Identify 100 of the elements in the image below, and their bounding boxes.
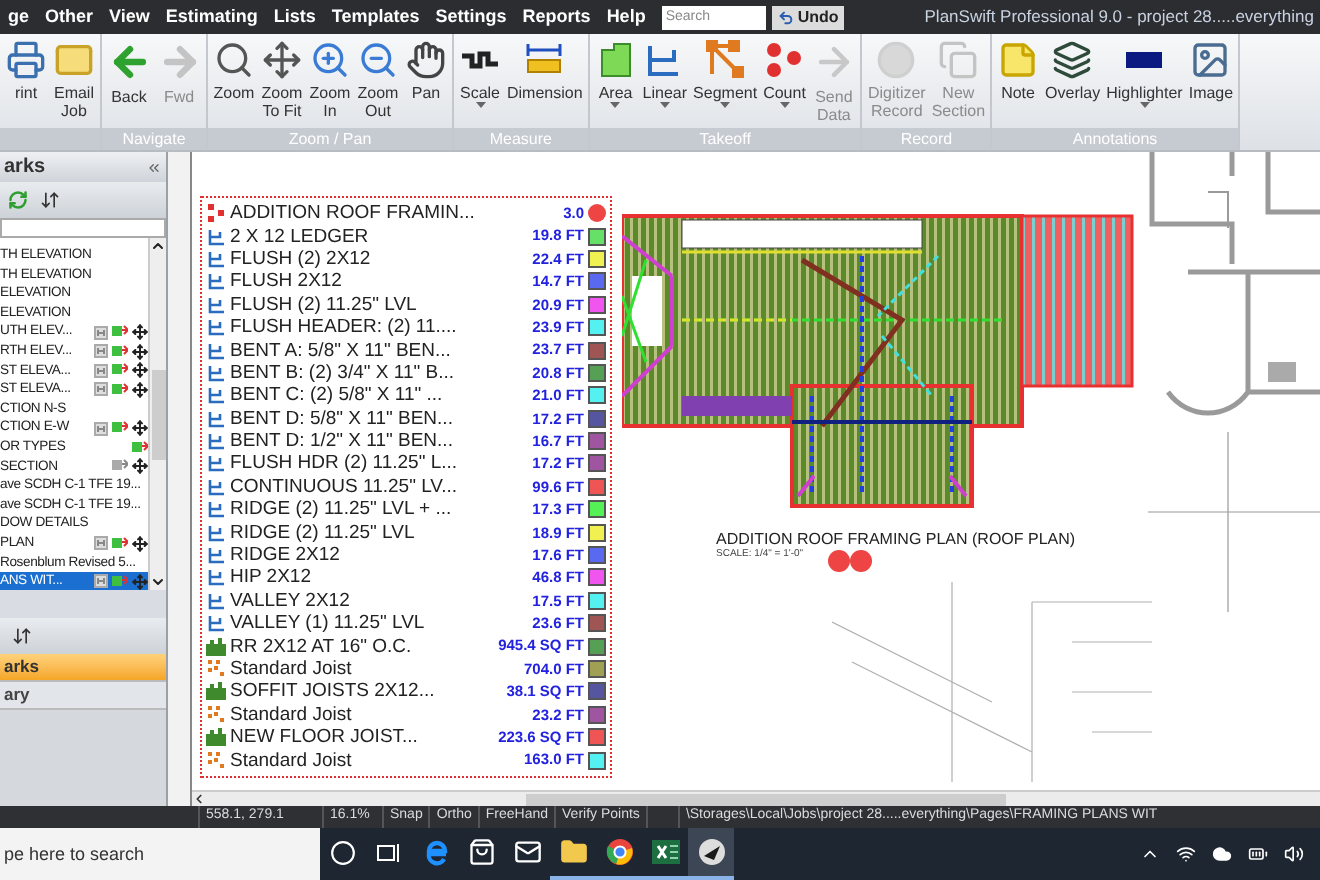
ribbon-button[interactable]: Scale xyxy=(456,34,504,128)
browser-circle-icon xyxy=(605,838,633,866)
takeoff-name: FLUSH (2) 11.25" LVL xyxy=(230,293,419,316)
refresh-icon[interactable] xyxy=(8,190,28,210)
drawing-canvas[interactable] xyxy=(192,152,1320,790)
takeoff-name: FLUSH 2X12 xyxy=(230,270,344,293)
takeoff-name: RIDGE 2X12 xyxy=(230,544,342,567)
ribbon-button[interactable]: Zoom xyxy=(210,34,258,128)
sort-icon[interactable] xyxy=(12,626,32,646)
undo-button[interactable]: Undo xyxy=(771,5,845,29)
takeoff-name: RR 2X12 AT 16" O.C. xyxy=(230,635,414,658)
volume-icon[interactable] xyxy=(1284,844,1304,864)
menu-item[interactable]: View xyxy=(101,3,158,31)
area-icon xyxy=(206,637,226,656)
linear-icon xyxy=(207,477,225,496)
menu-item[interactable]: Lists xyxy=(265,3,324,31)
sticky-note-icon xyxy=(998,40,1039,80)
ribbon-button[interactable]: Email Job xyxy=(50,34,98,128)
ribbon-button[interactable]: Zoom To Fit xyxy=(258,34,306,128)
scale-icon xyxy=(94,382,108,397)
fit-arrows-icon xyxy=(262,40,302,80)
linear-icon xyxy=(207,341,225,360)
cloud-icon[interactable] xyxy=(1212,844,1232,864)
menu-item[interactable]: Help xyxy=(598,3,654,31)
linear-icon xyxy=(207,386,225,405)
menu-item[interactable]: Other xyxy=(37,3,102,31)
taskbar-search-field[interactable]: pe here to search xyxy=(0,828,320,880)
record-circle-icon xyxy=(876,40,917,80)
count-marker-icon[interactable] xyxy=(828,550,850,572)
move-icon xyxy=(132,420,148,437)
segment-icon xyxy=(207,660,225,678)
takeoff-name: Standard Joist xyxy=(230,749,354,772)
scroll-thumb[interactable] xyxy=(151,369,165,459)
linear-icon xyxy=(207,454,225,473)
task-view-icon xyxy=(376,839,402,865)
ribbon-button[interactable]: rint xyxy=(2,34,50,128)
menu-item[interactable]: Estimating xyxy=(157,3,266,31)
count-marker-icon[interactable] xyxy=(850,550,872,572)
ribbon-button[interactable]: Linear xyxy=(639,34,691,128)
move-icon xyxy=(132,573,148,590)
horizontal-scrollbar[interactable] xyxy=(192,790,1320,806)
takeoff-name: FLUSH HEADER: (2) 11.... xyxy=(230,316,459,339)
network-icon[interactable] xyxy=(1176,844,1196,864)
panel-tab[interactable]: ary xyxy=(0,682,166,710)
scale-icon xyxy=(94,325,108,340)
ribbon-button[interactable]: Image xyxy=(1185,34,1237,128)
caret-icon xyxy=(1139,102,1150,108)
sort-icon[interactable] xyxy=(40,190,60,210)
menu-item[interactable]: Reports xyxy=(514,3,599,31)
ribbon-button[interactable]: Back xyxy=(104,34,154,128)
caret-icon xyxy=(475,102,485,108)
ribbon-button[interactable]: Zoom Out xyxy=(354,34,402,128)
taskbar-app[interactable] xyxy=(688,828,734,880)
move-icon xyxy=(132,535,148,552)
scale-icon xyxy=(94,536,108,551)
linear-icon xyxy=(207,523,225,542)
printer-icon xyxy=(6,40,46,80)
zoom-in-icon xyxy=(310,40,350,80)
menu-item[interactable]: Templates xyxy=(323,3,428,31)
linear-icon xyxy=(207,249,225,268)
ribbon-group-label: Zoom / Pan xyxy=(288,127,372,151)
ribbon-button[interactable]: Highlighter xyxy=(1103,34,1186,128)
store-bag-icon xyxy=(467,838,495,866)
scroll-thumb[interactable] xyxy=(526,793,1006,805)
folder-icon xyxy=(559,838,587,866)
move-icon xyxy=(132,458,148,475)
battery-icon[interactable] xyxy=(1248,844,1268,864)
ribbon-button[interactable]: Area xyxy=(591,34,640,128)
scroll-down-icon[interactable] xyxy=(150,574,166,590)
dots-icon xyxy=(764,40,805,80)
ribbon-group-label: Measure xyxy=(489,127,552,151)
ribbon-group-label: Record xyxy=(900,127,953,151)
takeoff-name: VALLEY 2X12 xyxy=(230,589,352,612)
ribbon-button[interactable]: Dimension xyxy=(504,34,586,128)
takeoff-name: FLUSH (2) 2X12 xyxy=(230,247,373,270)
scroll-left-icon[interactable] xyxy=(192,792,206,806)
area-icon xyxy=(206,728,226,747)
collapse-icon[interactable] xyxy=(146,159,162,175)
ribbon-button[interactable]: Zoom In xyxy=(306,34,354,128)
menu-item[interactable]: ge xyxy=(0,3,38,31)
layers-icon xyxy=(112,573,128,590)
section-pages-icon xyxy=(938,40,979,80)
ribbon-button[interactable]: Segment xyxy=(690,34,761,128)
ribbon-button[interactable]: Note xyxy=(994,34,1043,128)
segment-icon xyxy=(705,40,746,80)
ribbon-button[interactable]: Pan xyxy=(402,34,450,128)
count-icon xyxy=(207,204,225,223)
linear-icon xyxy=(207,363,225,382)
takeoff-legend[interactable] xyxy=(200,196,612,778)
filter-field[interactable] xyxy=(0,218,166,238)
scroll-up-icon[interactable] xyxy=(150,238,166,254)
magnifier-icon xyxy=(214,40,254,80)
scrollbar[interactable] xyxy=(148,238,166,590)
menu-item[interactable]: Settings xyxy=(427,3,515,31)
panel-tab[interactable]: arks xyxy=(0,654,166,682)
ribbon-button[interactable]: Count xyxy=(760,34,809,128)
linear-icon xyxy=(207,409,225,428)
overlay-icon xyxy=(1052,40,1093,80)
ribbon-button[interactable]: Overlay xyxy=(1042,34,1104,128)
mail-icon xyxy=(513,838,541,866)
